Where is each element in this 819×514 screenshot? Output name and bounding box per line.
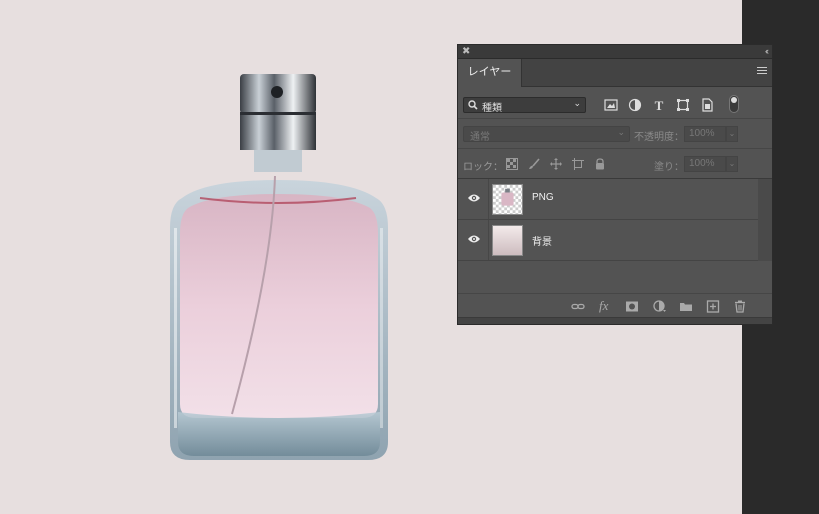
lock-label: ロック：: [463, 162, 503, 173]
panel-footer: fx: [458, 293, 772, 318]
lock-icon[interactable]: [594, 158, 606, 170]
layer-list-scrollbar[interactable]: [758, 179, 772, 261]
chevron-down-icon: ⌄: [573, 98, 581, 108]
smart-object-filter-icon[interactable]: [700, 98, 714, 112]
layer-thumbnail-background: [492, 225, 523, 256]
link-icon[interactable]: [571, 300, 585, 313]
lock-transparency-icon[interactable]: [506, 158, 518, 170]
layer-list: PNG 背景: [458, 179, 758, 261]
svg-text:T: T: [655, 98, 664, 112]
panel-titlebar[interactable]: ✖ ‹‹: [458, 45, 772, 59]
trash-icon[interactable]: [733, 300, 747, 313]
adjustment-filter-icon[interactable]: [628, 98, 642, 112]
panel-tab-row: レイヤー: [458, 59, 772, 87]
opacity-chevron-icon[interactable]: ⌄: [726, 126, 738, 142]
eye-icon[interactable]: [467, 234, 481, 244]
blend-mode-value: 通常: [470, 132, 490, 143]
layer-list-empty-area: [458, 261, 758, 293]
layer-thumbnail-png: [492, 184, 523, 215]
opacity-field[interactable]: 100%: [684, 126, 726, 142]
mask-icon[interactable]: [625, 300, 639, 313]
blend-mode-select[interactable]: 通常 ⌄: [463, 126, 630, 143]
opacity-label: 不透明度：: [634, 132, 684, 143]
perfume-bottle-image: [170, 74, 388, 460]
collapse-icon[interactable]: ‹‹: [765, 45, 769, 58]
panel-menu-icon[interactable]: [757, 67, 767, 77]
layer-row-background[interactable]: 背景: [458, 220, 758, 261]
pixel-layer-filter-icon[interactable]: [604, 98, 618, 112]
folder-icon[interactable]: [679, 300, 693, 313]
layers-panel: ✖ ‹‹ レイヤー 種類 ⌄ T 通常 ⌄ 不透明度： 100% ⌄ ロック：: [457, 44, 773, 325]
tab-layers[interactable]: レイヤー: [458, 59, 522, 87]
filter-toggle[interactable]: [729, 95, 739, 113]
blend-row: 通常 ⌄ 不透明度： 100% ⌄: [458, 119, 772, 149]
layer-row-png[interactable]: PNG: [458, 179, 758, 220]
fx-icon[interactable]: fx: [599, 298, 613, 313]
chevron-down-icon: ⌄: [617, 127, 625, 137]
adjustment-icon[interactable]: [653, 300, 667, 313]
move-icon[interactable]: [550, 158, 562, 170]
lock-row: ロック： 塗り： 100% ⌄: [458, 149, 772, 179]
filter-kind-label: 種類: [482, 103, 502, 114]
brush-icon[interactable]: [528, 158, 540, 170]
filter-row: 種類 ⌄ T: [458, 87, 772, 119]
filter-kind-select[interactable]: 種類 ⌄: [463, 97, 586, 114]
fill-label: 塗り：: [654, 162, 684, 173]
panel-resize-grip[interactable]: [458, 317, 772, 324]
artboard-icon[interactable]: [572, 158, 584, 170]
type-filter-icon[interactable]: T: [652, 98, 666, 112]
fill-field[interactable]: 100%: [684, 156, 726, 172]
new-layer-icon[interactable]: [706, 300, 720, 313]
eye-icon[interactable]: [467, 193, 481, 203]
fill-chevron-icon[interactable]: ⌄: [726, 156, 738, 172]
close-icon[interactable]: ✖: [462, 45, 470, 58]
layer-name: PNG: [532, 192, 554, 203]
layer-name: 背景: [532, 237, 552, 248]
search-icon: [468, 100, 478, 110]
shape-filter-icon[interactable]: [676, 98, 690, 112]
